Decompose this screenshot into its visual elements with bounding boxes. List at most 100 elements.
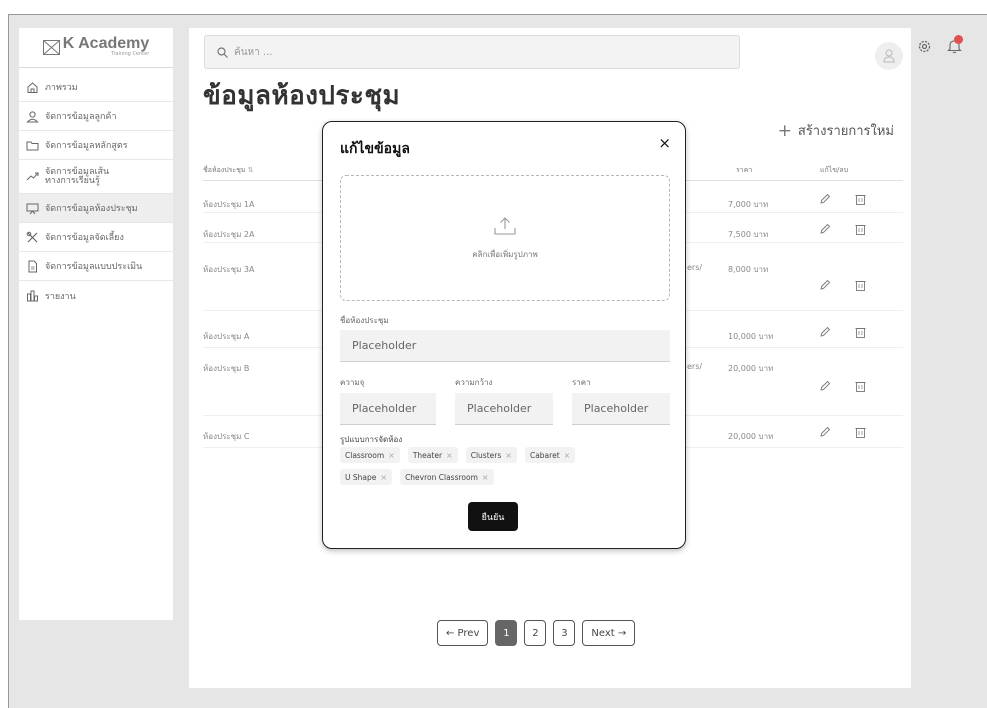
column-price-header: ราคา	[736, 166, 753, 174]
delete-icon[interactable]	[855, 193, 866, 205]
close-icon[interactable]: ×	[658, 134, 671, 152]
sidebar-item-reports[interactable]: รายงาน	[19, 281, 173, 310]
remove-chip-icon[interactable]: ×	[446, 451, 453, 460]
sidebar-item-courses[interactable]: จัดการข้อมูลหลักสูตร	[19, 131, 173, 160]
column-name-header[interactable]: ชื่อห้องประชุม ⇅	[203, 165, 254, 176]
trend-icon	[26, 172, 39, 181]
edit-icon[interactable]	[819, 223, 831, 235]
sidebar-item-customers[interactable]: จัดการข้อมูลลูกค้า	[19, 102, 173, 131]
remove-chip-icon[interactable]: ×	[380, 473, 387, 482]
edit-icon[interactable]	[819, 279, 831, 291]
sort-icon[interactable]: ⇅	[248, 166, 254, 174]
width-field[interactable]: Placeholder	[455, 393, 553, 425]
delete-icon[interactable]	[855, 223, 866, 235]
image-upload-dropzone[interactable]: คลิกเพื่อเพิ่มรูปภาพ	[340, 175, 670, 301]
sidebar-item-label: จัดการข้อมูลแบบประเมิน	[45, 262, 143, 272]
layout-chip[interactable]: Classroom ×	[340, 447, 400, 463]
delete-icon[interactable]	[855, 380, 866, 392]
sidebar-item-label: ภาพรวม	[45, 83, 78, 93]
remove-chip-icon[interactable]: ×	[388, 451, 395, 460]
next-page-button[interactable]: Next →	[582, 620, 636, 646]
price-field[interactable]: Placeholder	[572, 393, 670, 425]
sidebar-nav: ภาพรวม จัดการข้อมูลลูกค้า จัดการข้อมูลหล…	[19, 73, 173, 310]
create-new-button[interactable]: + สร้างรายการใหม่	[778, 120, 894, 141]
page-3-button[interactable]: 3	[553, 620, 576, 646]
document-icon	[28, 260, 37, 272]
edit-icon[interactable]	[819, 326, 831, 338]
page-1-button[interactable]: 1	[495, 620, 518, 646]
layout-tags: Classroom × Theater × Clusters × Cabaret × U…	[340, 447, 670, 491]
room-name-label: ชื่อห้องประชุม	[340, 316, 389, 325]
width-label: ความกว้าง	[455, 378, 493, 387]
layout-chip[interactable]: Cabaret ×	[524, 447, 576, 463]
capacity-field[interactable]: Placeholder	[340, 393, 436, 425]
room-name-field[interactable]: Placeholder	[340, 330, 670, 362]
edit-icon[interactable]	[819, 380, 831, 392]
user-avatar-icon	[883, 49, 895, 63]
sidebar-item-label: จัดการข้อมูลห้องประชุม	[45, 204, 138, 214]
home-icon	[27, 81, 38, 93]
create-new-label: สร้างรายการใหม่	[797, 124, 894, 139]
notification-bell[interactable]	[947, 35, 963, 54]
delete-icon[interactable]	[855, 279, 866, 291]
plus-icon: +	[777, 120, 792, 141]
edit-icon[interactable]	[819, 193, 831, 205]
layout-chip[interactable]: Theater ×	[407, 447, 458, 463]
delete-icon[interactable]	[855, 326, 866, 338]
delete-icon[interactable]	[855, 426, 866, 438]
sidebar-item-label: รายงาน	[45, 291, 76, 302]
edit-room-modal: แก้ไขข้อมูล × คลิกเพื่อเพิ่มรูปภาพ ชื่อห…	[322, 121, 686, 549]
sidebar-item-meeting-rooms[interactable]: จัดการข้อมูลห้องประชุม	[19, 194, 173, 223]
folder-icon	[26, 141, 39, 150]
chip-label: Theater	[412, 450, 443, 460]
layout-chip[interactable]: Chevron Classroom ×	[400, 469, 494, 485]
utensils-icon	[26, 231, 38, 242]
brand-name: K Academy	[62, 35, 150, 52]
upload-icon	[494, 216, 516, 235]
room-price: 20,000 บาท	[728, 364, 774, 373]
gear-icon[interactable]	[917, 39, 932, 54]
room-name: ห้องประชุม C	[203, 432, 250, 441]
screen-icon	[26, 203, 39, 214]
sidebar-item-label: จัดการข้อมูลเส้นทางการเรียนรู้	[45, 166, 110, 186]
chip-label: Classroom	[345, 450, 385, 460]
room-price: 10,000 บาท	[728, 332, 774, 341]
room-name: ห้องประชุม 1A	[203, 200, 255, 209]
chart-icon	[27, 290, 38, 302]
sidebar-item-catering[interactable]: จัดการข้อมูลจัดเลี้ยง	[19, 223, 173, 252]
confirm-button[interactable]: ยืนยัน	[468, 502, 518, 531]
sidebar-item-learning-path[interactable]: จัดการข้อมูลเส้นทางการเรียนรู้	[19, 160, 173, 194]
avatar[interactable]	[875, 42, 903, 70]
search-placeholder: ค้นหา ...	[234, 46, 273, 58]
sidebar: K Academy Training Center ภาพรวม จัดการข…	[19, 28, 173, 620]
remove-chip-icon[interactable]: ×	[564, 451, 571, 460]
room-price: 7,000 บาท	[728, 200, 769, 209]
room-name: ห้องประชุม B	[203, 364, 250, 373]
modal-title: แก้ไขข้อมูล	[340, 141, 410, 157]
sidebar-item-evaluation[interactable]: จัดการข้อมูลแบบประเมิน	[19, 252, 173, 281]
layout-chip[interactable]: Clusters ×	[465, 447, 517, 463]
sidebar-item-label: จัดการข้อมูลลูกค้า	[45, 112, 117, 122]
room-price: 8,000 บาท	[728, 265, 769, 274]
pagination: ← Prev 1 2 3 Next →	[437, 620, 636, 646]
column-actions-header: แก้ไข/ลบ	[820, 166, 849, 174]
room-name: ห้องประชุม 3A	[203, 265, 255, 274]
capacity-label: ความจุ	[340, 378, 365, 387]
sidebar-item-overview[interactable]: ภาพรวม	[19, 73, 173, 102]
page-title: ข้อมูลห้องประชุม	[203, 81, 401, 111]
prev-page-button[interactable]: ← Prev	[437, 620, 489, 646]
edit-icon[interactable]	[819, 426, 831, 438]
brand[interactable]: K Academy Training Center	[19, 28, 173, 68]
upload-label: คลิกเพื่อเพิ่มรูปภาพ	[472, 249, 538, 259]
remove-chip-icon[interactable]: ×	[505, 451, 512, 460]
room-price: 7,500 บาท	[728, 230, 769, 239]
layout-chip[interactable]: U Shape ×	[340, 469, 393, 485]
sidebar-item-label: จัดการข้อมูลจัดเลี้ยง	[45, 233, 124, 243]
price-label: ราคา	[572, 378, 591, 387]
page-2-button[interactable]: 2	[524, 620, 547, 646]
user-icon	[26, 110, 39, 122]
room-name: ห้องประชุม 2A	[203, 230, 255, 239]
chip-label: Clusters	[470, 450, 502, 460]
remove-chip-icon[interactable]: ×	[482, 473, 489, 482]
search-input[interactable]: ค้นหา ...	[204, 35, 740, 69]
